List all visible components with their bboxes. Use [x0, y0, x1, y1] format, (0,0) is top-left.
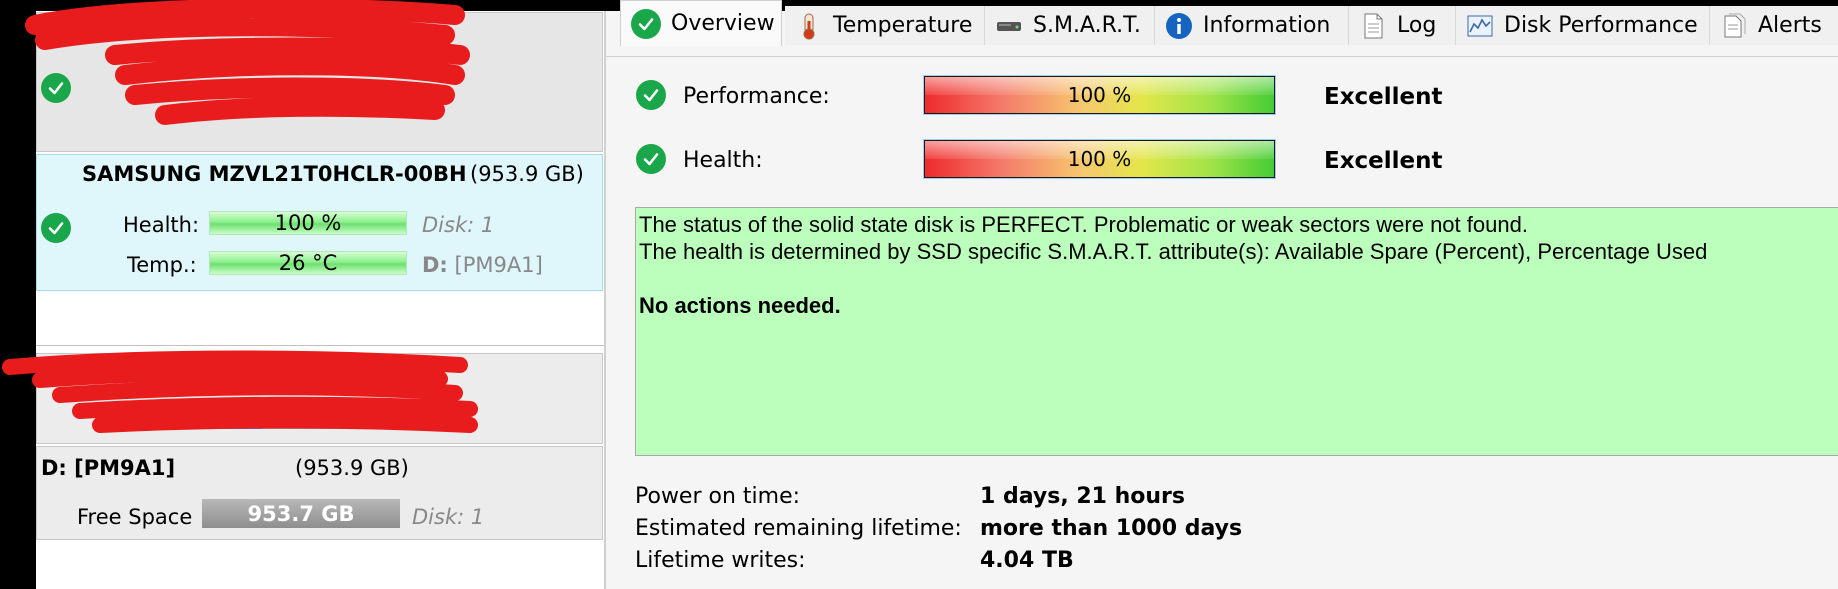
tab-temperature[interactable]: Temperature [785, 6, 985, 45]
performance-rating: Excellent [1324, 84, 1443, 110]
lifetime-writes-value: 4.04 TB [980, 548, 1074, 573]
redaction-scribble-top [25, 0, 470, 125]
status-action: No actions needed. [639, 293, 841, 318]
tab-information[interactable]: Information [1155, 6, 1349, 45]
remaining-lifetime-label: Estimated remaining lifetime: [635, 516, 962, 541]
drive-model: SAMSUNG MZVL21T0HCLR-00BH [82, 162, 467, 186]
performance-label: Performance: [683, 84, 830, 109]
tab-label: S.M.A.R.T. [1033, 13, 1141, 38]
health-bar: 100 % [209, 211, 407, 235]
power-on-label: Power on time: [635, 484, 801, 509]
tab-smart[interactable]: S.M.A.R.T. [985, 6, 1155, 45]
remaining-lifetime-value: more than 1000 days [980, 516, 1243, 541]
health-ok-check-icon [636, 144, 666, 174]
health-label: Health: [123, 213, 200, 237]
health-ok-check-icon [41, 213, 71, 243]
tab-label: Alerts [1758, 13, 1822, 38]
volume-letter: D: [PM9A1] [422, 253, 543, 277]
health-rating: Excellent [1324, 148, 1443, 174]
disk-number: Disk: 1 [412, 505, 485, 529]
check-icon [631, 8, 661, 39]
alerts-icon [1720, 12, 1748, 40]
info-icon [1165, 12, 1193, 40]
status-message-box: The status of the solid state disk is PE… [635, 207, 1838, 456]
tab-alerts[interactable]: Alerts [1710, 6, 1838, 45]
tab-label: Information [1203, 13, 1331, 38]
temp-label: Temp.: [127, 253, 197, 277]
free-space-label: Free Space [77, 505, 193, 529]
volume-size: (953.9 GB) [295, 456, 409, 480]
drive-icon [995, 12, 1023, 40]
health-bar: 100 % [923, 139, 1276, 179]
document-icon [1359, 12, 1387, 40]
tab-label: Overview [671, 11, 775, 36]
drive-size: (953.9 GB) [470, 162, 584, 186]
lifetime-writes-label: Lifetime writes: [635, 548, 806, 573]
disk-number: Disk: 1 [422, 213, 495, 237]
tab-label: Temperature [833, 13, 973, 38]
tab-disk-performance[interactable]: Disk Performance [1456, 6, 1710, 45]
chart-icon [1466, 12, 1494, 40]
tab-strip-border [606, 56, 1838, 57]
free-space-bar: 953.7 GB [202, 499, 400, 528]
power-on-value: 1 days, 21 hours [980, 484, 1185, 509]
tab-log[interactable]: Log [1349, 6, 1456, 45]
performance-bar: 100 % [923, 75, 1276, 115]
temp-bar: 26 °C [209, 251, 407, 275]
tab-label: Disk Performance [1504, 13, 1698, 38]
thermometer-icon [795, 12, 823, 40]
volume-title: D: [PM9A1] [41, 456, 176, 480]
status-line: The status of the solid state disk is PE… [639, 212, 1528, 237]
status-line: The health is determined by SSD specific… [639, 239, 1708, 264]
health-label: Health: [683, 148, 763, 173]
redaction-scribble-bottom [2, 350, 478, 433]
tab-overview[interactable]: Overview [620, 0, 782, 46]
tab-label: Log [1397, 13, 1437, 38]
performance-ok-check-icon [636, 80, 666, 110]
